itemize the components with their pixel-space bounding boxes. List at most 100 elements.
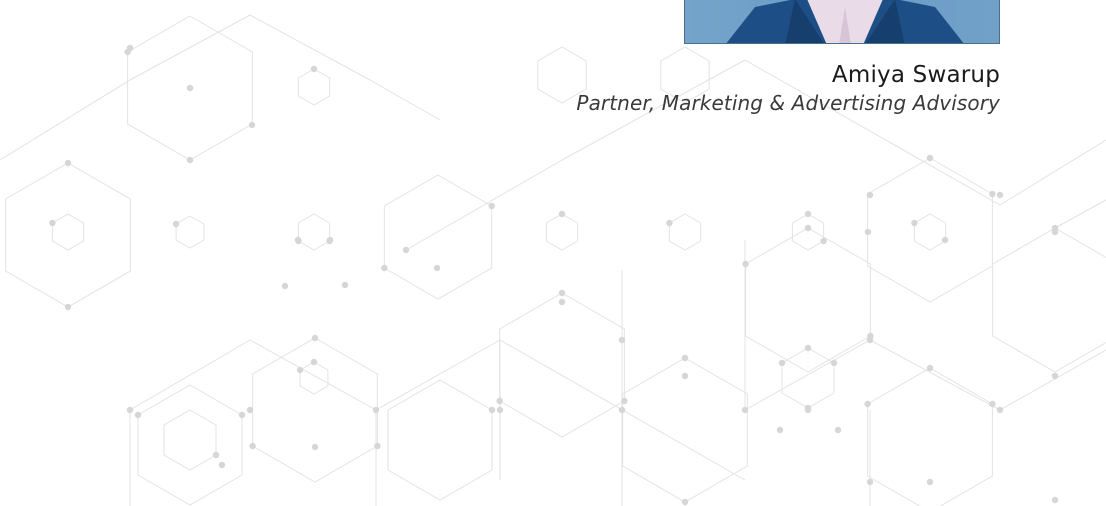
pattern-node-dot <box>64 159 72 167</box>
pattern-node-dot <box>64 303 72 311</box>
pattern-node-dot <box>820 237 827 245</box>
pattern-node-dot <box>778 359 786 367</box>
profile-photo <box>684 0 1000 44</box>
pattern-connector-line <box>369 79 441 121</box>
hexagon-outline <box>297 68 331 106</box>
pattern-node-dot <box>558 298 566 306</box>
pattern-node-dot <box>212 451 220 459</box>
pattern-node-dot <box>776 426 784 434</box>
pattern-node-dot <box>666 219 673 227</box>
hexagon-outline <box>499 292 625 438</box>
pattern-connector-line <box>999 139 1106 206</box>
pattern-node-dot <box>926 154 934 162</box>
pattern-node-dot <box>374 442 381 450</box>
hexagon-outline <box>867 367 993 506</box>
pattern-node-dot <box>372 406 380 414</box>
hexagon-outline <box>175 215 205 249</box>
pattern-node-dot <box>1051 372 1059 380</box>
pattern-connector-line <box>375 339 501 411</box>
pattern-node-dot <box>804 224 812 232</box>
pattern-connector-line <box>0 79 131 161</box>
pattern-node-dot <box>218 461 226 469</box>
pattern-node-dot <box>681 354 689 362</box>
pattern-node-dot <box>126 44 134 52</box>
pattern-node-dot <box>402 246 410 254</box>
pattern-connector-line <box>405 159 563 251</box>
pattern-connector-line <box>129 14 251 81</box>
pattern-node-dot <box>681 498 689 506</box>
pattern-node-dot <box>558 289 566 297</box>
pattern-node-dot <box>294 236 302 244</box>
pattern-node-dot <box>830 359 838 367</box>
hexagon-outline <box>622 357 748 503</box>
hexagon-outline <box>383 174 493 300</box>
pattern-node-dot <box>326 236 334 244</box>
pattern-connector-line <box>1054 199 1106 229</box>
pattern-node-dot <box>996 406 1004 414</box>
hexagon-outline <box>545 213 579 251</box>
pattern-node-dot <box>248 121 256 129</box>
pattern-node-dot <box>911 219 918 227</box>
pattern-node-dot <box>866 336 874 344</box>
hexagon-outline <box>51 213 85 251</box>
pattern-node-dot <box>381 264 388 272</box>
pattern-node-dot <box>310 65 318 73</box>
pattern-node-dot <box>488 202 495 210</box>
pattern-node-dot <box>864 228 872 236</box>
pattern-connector-line <box>999 349 1106 411</box>
pattern-node-dot <box>804 406 812 414</box>
pattern-node-dot <box>618 336 626 344</box>
pattern-node-dot <box>488 406 496 414</box>
hexagon-outline <box>299 361 329 395</box>
pattern-node-dot <box>49 219 56 227</box>
pattern-node-dot <box>926 478 934 486</box>
pattern-node-dot <box>1051 228 1059 236</box>
pattern-node-dot <box>310 358 318 366</box>
pattern-node-dot <box>186 156 194 164</box>
pattern-node-dot <box>742 260 749 268</box>
hexagon-outline <box>297 213 331 251</box>
pattern-node-dot <box>496 397 503 405</box>
pattern-node-dot <box>989 400 996 408</box>
pattern-node-dot <box>989 190 996 198</box>
pattern-node-dot <box>246 406 254 414</box>
hexagon-outline <box>913 213 947 251</box>
pattern-connector-line <box>249 14 371 81</box>
pattern-node-dot <box>834 426 842 434</box>
pattern-node-dot <box>1051 496 1059 504</box>
pattern-node-dot <box>864 400 871 408</box>
hexagon-outline <box>867 157 993 303</box>
pattern-node-dot <box>618 406 626 414</box>
pattern-node-dot <box>281 282 289 290</box>
hexagon-outline <box>791 213 825 251</box>
pattern-node-dot <box>866 191 874 199</box>
pattern-node-dot <box>621 397 628 405</box>
pattern-node-dot <box>341 281 349 289</box>
pattern-node-dot <box>804 210 812 218</box>
pattern-node-dot <box>941 236 949 244</box>
hexagon-outline <box>163 409 217 471</box>
pattern-node-dot <box>296 366 304 374</box>
person-name: Amiya Swarup <box>831 62 1000 88</box>
pattern-node-dot <box>249 442 256 450</box>
hexagon-outline <box>781 347 835 409</box>
hexagon-outline <box>992 227 1106 373</box>
pattern-node-dot <box>238 411 246 419</box>
hexagon-outline <box>387 379 493 501</box>
pattern-node-dot <box>681 372 689 380</box>
pattern-node-dot <box>866 478 874 486</box>
pattern-node-dot <box>311 334 319 342</box>
pattern-node-dot <box>433 264 441 272</box>
pattern-connector-line <box>129 339 251 411</box>
pattern-node-dot <box>558 210 566 218</box>
pattern-node-dot <box>496 406 504 414</box>
pattern-node-dot <box>741 406 749 414</box>
person-title: Partner, Marketing & Advertising Advisor… <box>576 91 1000 115</box>
profile-caption: Amiya Swarup Partner, Marketing & Advert… <box>576 60 1000 116</box>
pattern-node-dot <box>134 411 142 419</box>
pattern-node-dot <box>126 406 134 414</box>
pattern-node-dot <box>804 344 812 352</box>
pattern-connector-line <box>249 339 377 411</box>
pattern-node-dot <box>926 364 934 372</box>
hexagon-outline <box>5 162 131 308</box>
